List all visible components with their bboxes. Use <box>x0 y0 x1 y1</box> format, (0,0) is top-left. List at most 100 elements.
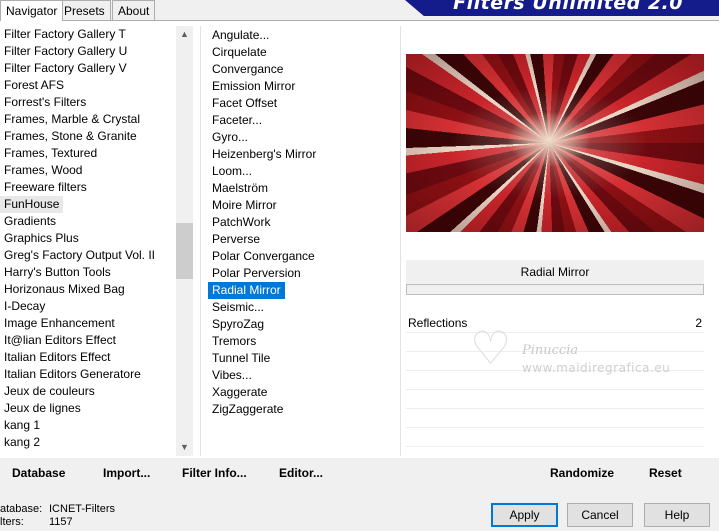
reset-button[interactable]: Reset <box>649 466 682 480</box>
param-row[interactable]: Reflections 2 <box>406 314 704 333</box>
filter-item[interactable]: Moire Mirror <box>208 197 281 214</box>
status-filters-label: lters: <box>0 516 24 528</box>
category-item[interactable]: FunHouse <box>0 196 176 213</box>
category-label: FunHouse <box>0 196 64 213</box>
scroll-thumb[interactable] <box>176 223 193 279</box>
filter-item[interactable]: Vibes... <box>208 367 256 384</box>
filter-item[interactable]: Tremors <box>208 333 260 350</box>
category-item[interactable]: Jeux de couleurs <box>0 383 176 400</box>
filter-item[interactable]: Heizenberg's Mirror <box>208 146 320 163</box>
filter-item[interactable]: Radial Mirror <box>208 282 285 299</box>
category-label: Frames, Wood <box>4 163 83 177</box>
status-database-value: ICNET-Filters <box>49 503 115 515</box>
database-button[interactable]: Database <box>12 466 65 480</box>
import-button[interactable]: Import... <box>103 466 150 480</box>
param-label: Reflections <box>408 316 468 330</box>
category-item[interactable]: Graphics Plus <box>0 230 176 247</box>
category-item[interactable]: Frames, Textured <box>0 145 176 162</box>
category-label: Gradients <box>4 214 57 228</box>
status-filters-value: 1157 <box>49 516 73 528</box>
category-item[interactable]: Forrest's Filters <box>0 94 176 111</box>
editor-button[interactable]: Editor... <box>279 466 323 480</box>
cancel-button[interactable]: Cancel <box>567 503 633 527</box>
panel-divider <box>400 26 401 456</box>
filter-item[interactable]: Polar Perversion <box>208 265 305 282</box>
category-label: kang 1 <box>4 418 41 432</box>
filter-name-label: Radial Mirror <box>406 260 704 284</box>
category-label: Frames, Stone & Granite <box>4 129 137 143</box>
filter-item[interactable]: Cirquelate <box>208 44 271 61</box>
category-item[interactable]: Italian Editors Effect <box>0 349 176 366</box>
category-item[interactable]: Gradients <box>0 213 176 230</box>
filter-list[interactable]: Angulate... Cirquelate Convergance Emission… <box>208 27 398 418</box>
category-item[interactable]: Freeware filters <box>0 179 176 196</box>
filter-item[interactable]: Tunnel Tile <box>208 350 274 367</box>
tab-navigator[interactable]: Navigator <box>0 0 64 21</box>
category-item[interactable]: Frames, Stone & Granite <box>0 128 176 145</box>
filter-progress-bar <box>406 284 704 295</box>
filter-item[interactable]: Maelström <box>208 180 272 197</box>
category-label: Harry's Button Tools <box>4 265 111 279</box>
category-label: Jeux de couleurs <box>4 384 95 398</box>
filter-item[interactable]: Polar Convergance <box>208 248 319 265</box>
category-label: Graphics Plus <box>4 231 79 245</box>
category-label: Forrest's Filters <box>4 95 87 109</box>
category-label: Greg's Factory Output Vol. II <box>4 248 156 262</box>
category-label: Italian Editors Effect <box>4 350 111 364</box>
category-item[interactable]: Filter Factory Gallery U <box>0 43 176 60</box>
filter-item[interactable]: Emission Mirror <box>208 78 299 95</box>
scroll-down-icon[interactable]: ▼ <box>176 439 193 456</box>
category-item[interactable]: Filter Factory Gallery V <box>0 60 176 77</box>
category-label: Forest AFS <box>4 78 65 92</box>
category-item[interactable]: Horizonaus Mixed Bag <box>0 281 176 298</box>
category-label: Frames, Textured <box>4 146 98 160</box>
category-item[interactable]: I-Decay <box>0 298 176 315</box>
category-item[interactable]: Frames, Wood <box>0 162 176 179</box>
scroll-up-icon[interactable]: ▲ <box>176 26 193 43</box>
category-label: I-Decay <box>4 299 46 313</box>
category-label: Jeux de lignes <box>4 401 81 415</box>
param-value[interactable]: 2 <box>695 314 702 333</box>
apply-button[interactable]: Apply <box>491 503 558 527</box>
filter-item[interactable]: ZigZaggerate <box>208 401 287 418</box>
filter-item[interactable]: Convergance <box>208 61 287 78</box>
preview-image <box>406 54 704 232</box>
param-row-empty <box>406 428 704 447</box>
category-list[interactable]: Filter Factory Gallery T Filter Factory G… <box>0 26 176 456</box>
category-label: Filter Factory Gallery T <box>4 27 126 41</box>
filter-item[interactable]: Loom... <box>208 163 256 180</box>
banner-title: Filters Unlimited 2.0 <box>453 0 683 14</box>
category-item[interactable]: kang 1 <box>0 417 176 434</box>
filter-item[interactable]: Seismic... <box>208 299 268 316</box>
filter-info-button[interactable]: Filter Info... <box>182 466 247 480</box>
category-item[interactable]: kang 2 <box>0 434 176 451</box>
filter-item[interactable]: Angulate... <box>208 27 273 44</box>
parameter-list: Reflections 2 <box>406 314 704 447</box>
filter-item[interactable]: SpyroZag <box>208 316 268 333</box>
category-item[interactable]: Image Enhancement <box>0 315 176 332</box>
category-item[interactable]: Harry's Button Tools <box>0 264 176 281</box>
filter-item[interactable]: Xaggerate <box>208 384 271 401</box>
category-scrollbar[interactable]: ▲ ▼ <box>176 26 193 456</box>
filter-item[interactable]: Faceter... <box>208 112 266 129</box>
randomize-button[interactable]: Randomize <box>550 466 614 480</box>
help-button[interactable]: Help <box>644 503 710 527</box>
filter-item[interactable]: Perverse <box>208 231 264 248</box>
category-label: Italian Editors Generatore <box>4 367 141 381</box>
filter-item[interactable]: Facet Offset <box>208 95 281 112</box>
category-item[interactable]: Greg's Factory Output Vol. II <box>0 247 176 264</box>
filter-item[interactable]: Gyro... <box>208 129 252 146</box>
category-item[interactable]: Forest AFS <box>0 77 176 94</box>
tab-about[interactable]: About <box>112 0 156 20</box>
heart-icon: ♡ <box>470 322 512 374</box>
category-item[interactable]: Jeux de lignes <box>0 400 176 417</box>
category-item[interactable]: Filter Factory Gallery T <box>0 26 176 43</box>
category-item[interactable]: Italian Editors Generatore <box>0 366 176 383</box>
category-item[interactable]: Frames, Marble & Crystal <box>0 111 176 128</box>
tab-presets[interactable]: Presets <box>58 0 111 20</box>
category-item[interactable]: It@lian Editors Effect <box>0 332 176 349</box>
param-row-empty <box>406 409 704 428</box>
filter-item[interactable]: PatchWork <box>208 214 274 231</box>
category-label: Filter Factory Gallery U <box>4 44 128 58</box>
status-filters: lters: 1157 <box>0 516 73 528</box>
